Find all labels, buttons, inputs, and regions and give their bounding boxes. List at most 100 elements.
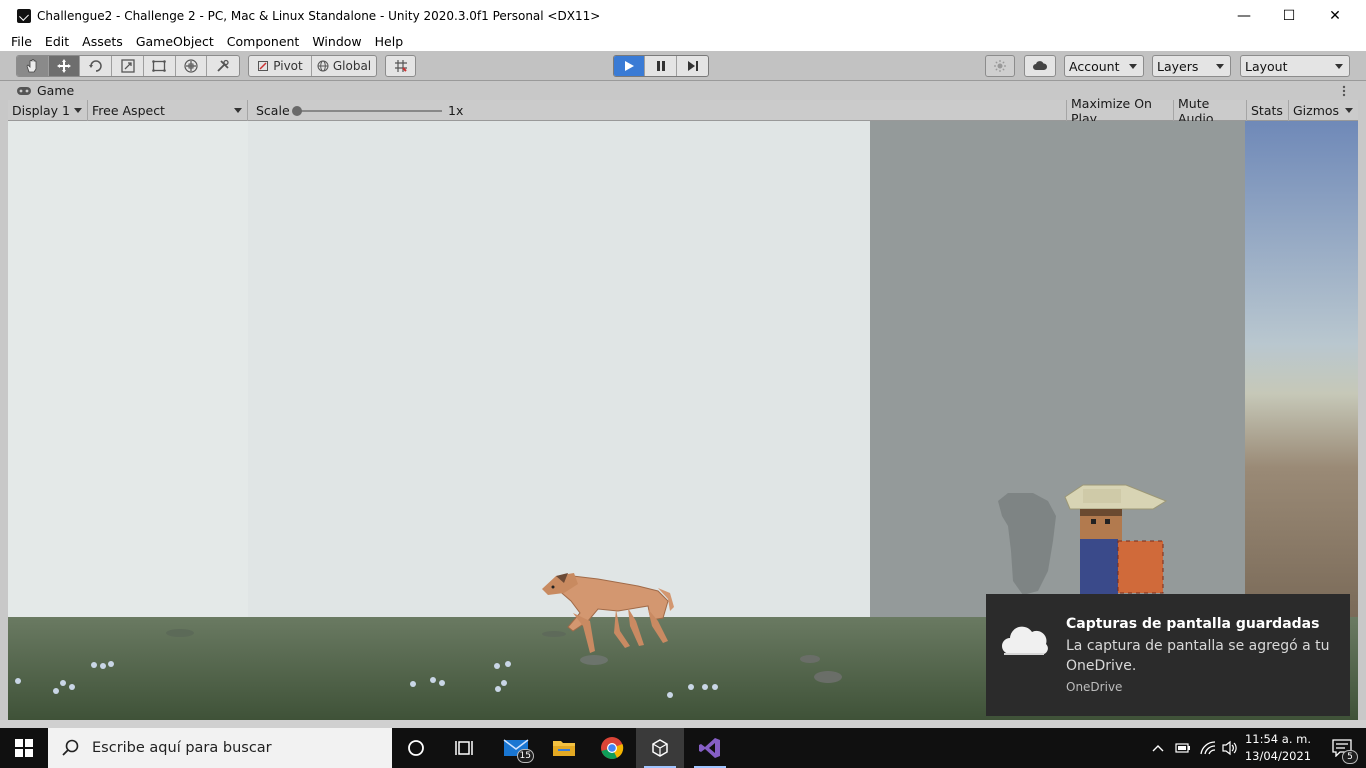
more-options-icon[interactable]: [1342, 85, 1346, 97]
rock: [814, 671, 842, 683]
chevron-down-icon: [1335, 64, 1343, 69]
menu-assets[interactable]: Assets: [82, 34, 123, 49]
background-wall-highlight: [8, 121, 248, 617]
play-button[interactable]: [614, 56, 645, 76]
collab-button[interactable]: [986, 56, 1014, 76]
scale-value: 1x: [448, 103, 464, 118]
battery-icon[interactable]: [1175, 742, 1191, 754]
clock-time: 11:54 a. m.: [1244, 732, 1311, 746]
grid-snap-button[interactable]: [386, 56, 415, 76]
tools-icon: [217, 59, 229, 72]
global-toggle[interactable]: Global: [312, 56, 376, 76]
menu-bar: File Edit Assets GameObject Component Wi…: [0, 31, 1366, 51]
wifi-icon[interactable]: [1199, 740, 1217, 756]
search-placeholder: Escribe aquí para buscar: [92, 740, 272, 756]
unity-taskbar-button[interactable]: [636, 728, 684, 768]
start-button[interactable]: [0, 728, 48, 768]
close-button[interactable]: ✕: [1312, 0, 1358, 31]
window-bottom-border: [0, 720, 1366, 728]
hand-tool-button[interactable]: [17, 56, 49, 76]
menu-help[interactable]: Help: [375, 34, 404, 49]
pause-button[interactable]: [645, 56, 677, 76]
main-toolbar: Pivot Global Account Layers Layout: [0, 51, 1366, 81]
action-center-button[interactable]: 5: [1318, 728, 1366, 768]
cloud-services-button[interactable]: [1025, 56, 1055, 76]
step-icon: [687, 61, 698, 71]
transform-tool-button[interactable]: [176, 56, 208, 76]
chrome-button[interactable]: [588, 728, 636, 768]
play-icon: [625, 61, 634, 71]
grey-wall: [870, 121, 1245, 617]
chevron-up-icon[interactable]: [1152, 743, 1164, 753]
onedrive-notification[interactable]: Capturas de pantalla guardadas La captur…: [986, 594, 1350, 716]
notification-body: La captura de pantalla se agregó a tu On…: [1066, 638, 1330, 674]
pause-icon: [656, 61, 665, 71]
grid-snap-icon: [394, 60, 407, 72]
hand-icon: [26, 59, 37, 73]
stats-toggle[interactable]: Stats: [1247, 100, 1289, 121]
mail-app-button[interactable]: 15: [492, 728, 540, 768]
task-view-button[interactable]: [440, 728, 488, 768]
pivot-label: Pivot: [273, 59, 303, 73]
globe-icon: [317, 60, 329, 72]
pivot-toggle[interactable]: Pivot: [249, 56, 312, 76]
rect-tool-button[interactable]: [144, 56, 176, 76]
move-tool-button[interactable]: [48, 56, 81, 76]
visual-studio-button[interactable]: [686, 728, 734, 768]
chevron-down-icon: [234, 108, 242, 113]
rock: [800, 655, 820, 663]
cloud-icon: [1033, 61, 1048, 70]
maximize-on-play-toggle[interactable]: Maximize On Play: [1066, 96, 1174, 126]
collab-sun-icon: [994, 60, 1006, 72]
menu-file[interactable]: File: [11, 34, 32, 49]
unity-logo-icon: [17, 8, 31, 23]
window-title-bar: Challengue2 - Challenge 2 - PC, Mac & Li…: [0, 0, 1366, 31]
visual-studio-icon: [699, 738, 720, 758]
system-clock[interactable]: 11:54 a. m. 13/04/2021: [1242, 731, 1314, 765]
menu-gameobject[interactable]: GameObject: [136, 34, 214, 49]
scale-tool-button[interactable]: [112, 56, 144, 76]
menu-window[interactable]: Window: [312, 34, 361, 49]
rock: [542, 631, 566, 637]
layers-dropdown[interactable]: Layers: [1152, 55, 1231, 77]
cortana-circle-icon: [408, 740, 424, 756]
skybox: [1245, 121, 1358, 617]
gizmos-dropdown[interactable]: Gizmos: [1289, 100, 1358, 121]
volume-icon[interactable]: [1221, 740, 1239, 756]
chevron-down-icon: [1345, 108, 1353, 113]
scale-label: Scale: [256, 103, 290, 118]
scale-slider-thumb[interactable]: [292, 106, 302, 116]
aspect-dropdown[interactable]: Free Aspect: [88, 100, 248, 121]
scale-icon: [120, 59, 135, 73]
notification-title: Capturas de pantalla guardadas: [1066, 616, 1320, 632]
gizmos-label: Gizmos: [1293, 103, 1340, 118]
account-label: Account: [1069, 58, 1120, 74]
layout-label: Layout: [1245, 58, 1288, 74]
taskbar-search-box[interactable]: Escribe aquí para buscar: [48, 728, 392, 768]
custom-tool-button[interactable]: [207, 56, 239, 76]
rotate-tool-button[interactable]: [80, 56, 113, 76]
notification-source: OneDrive: [1066, 680, 1123, 694]
gamepad-icon: [17, 86, 31, 95]
playmode-controls: [613, 55, 709, 77]
window-title: Challengue2 - Challenge 2 - PC, Mac & Li…: [37, 8, 601, 23]
minimize-button[interactable]: —: [1221, 0, 1267, 31]
step-button[interactable]: [677, 56, 708, 76]
clock-date: 13/04/2021: [1244, 749, 1312, 763]
mute-audio-toggle[interactable]: Mute Audio: [1174, 96, 1247, 126]
move-arrows-icon: [57, 59, 72, 73]
cortana-button[interactable]: [392, 728, 440, 768]
windows-taskbar: Escribe aquí para buscar 15 11:54 a. m. …: [0, 728, 1366, 768]
menu-edit[interactable]: Edit: [45, 34, 69, 49]
menu-component[interactable]: Component: [227, 34, 300, 49]
display-dropdown[interactable]: Display 1: [8, 100, 88, 121]
aspect-label: Free Aspect: [92, 103, 165, 118]
rect-transform-icon: [152, 60, 167, 72]
collab-group: [985, 55, 1015, 77]
transform-tools: [16, 55, 240, 77]
maximize-button[interactable]: ☐: [1266, 0, 1312, 31]
layout-dropdown[interactable]: Layout: [1240, 55, 1350, 77]
file-explorer-button[interactable]: [540, 728, 588, 768]
scale-slider-track[interactable]: [296, 110, 442, 112]
account-dropdown[interactable]: Account: [1064, 55, 1144, 77]
